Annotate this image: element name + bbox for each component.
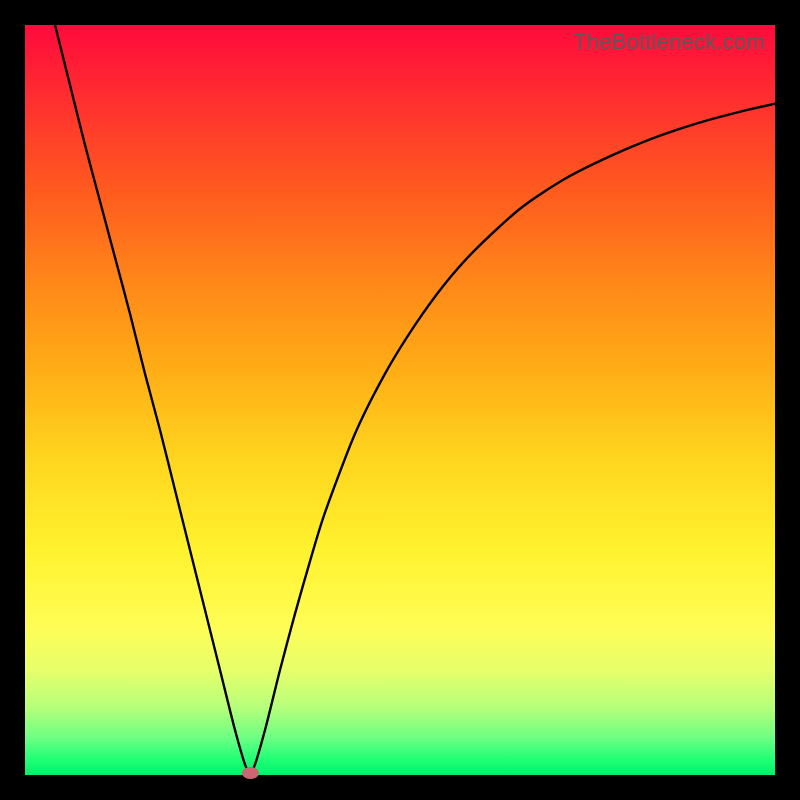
chart-frame: TheBottleneck.com	[0, 0, 800, 800]
plot-area: TheBottleneck.com	[25, 25, 775, 775]
bottleneck-curve	[25, 25, 775, 775]
minimum-marker	[242, 767, 259, 779]
